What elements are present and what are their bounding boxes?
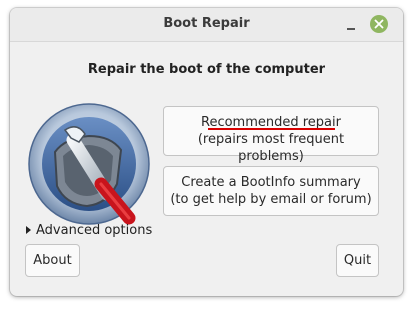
recommended-repair-sublabel: (repairs most frequent problems) [197, 132, 345, 164]
titlebar[interactable]: Boot Repair [10, 8, 403, 42]
triangle-right-icon [26, 226, 31, 234]
advanced-options-label: Advanced options [36, 223, 153, 238]
close-icon [374, 19, 384, 29]
minimize-icon [347, 28, 355, 30]
boot-repair-logo-icon [28, 103, 150, 225]
create-bootinfo-label: Create a BootInfo summary [181, 175, 361, 190]
quit-button[interactable]: Quit [336, 244, 379, 277]
app-window: Boot Repair Repair the boot of the compu… [10, 8, 403, 296]
create-bootinfo-sublabel: (to get help by email or forum) [170, 192, 372, 207]
annotation-underline [208, 128, 335, 130]
recommended-repair-button[interactable]: Recommended repair (repairs most frequen… [163, 106, 379, 164]
close-button[interactable] [370, 15, 388, 33]
minimize-button[interactable] [344, 17, 358, 31]
create-bootinfo-button[interactable]: Create a BootInfo summary (to get help b… [163, 166, 379, 216]
about-button[interactable]: About [25, 244, 80, 277]
advanced-options-expander[interactable]: Advanced options [26, 223, 152, 238]
page-heading: Repair the boot of the computer [87, 62, 326, 77]
